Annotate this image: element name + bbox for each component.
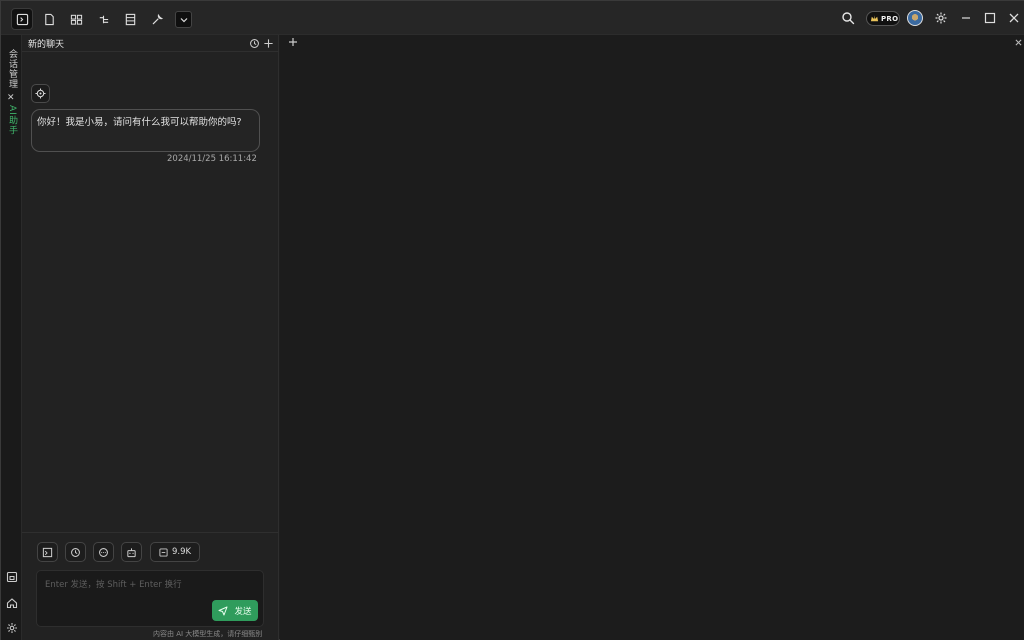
history-icon (71, 547, 80, 557)
plus-icon (263, 38, 273, 48)
avatar[interactable] (907, 10, 923, 26)
maximize-button[interactable] (982, 10, 998, 26)
app-window: PRO 会话管理 ✕ AI助手 新的聊天 你好！我是小易，请问有什么我可以帮助你… (0, 0, 1024, 640)
send-icon (218, 606, 228, 615)
pro-label: PRO (881, 14, 899, 23)
message-timestamp: 2024/11/25 16:11:42 (167, 154, 257, 164)
bot-avatar (31, 84, 50, 103)
close-tab-icon[interactable]: ✕ (7, 93, 15, 103)
tab-tools[interactable] (146, 8, 168, 30)
close-icon (1009, 13, 1019, 23)
token-count: 9.9K (171, 547, 192, 557)
file-icon (44, 13, 54, 25)
minimize-button[interactable] (958, 10, 974, 26)
tree-icon (99, 15, 108, 23)
chat-panel: 新的聊天 你好！我是小易，请问有什么我可以帮助你的吗? 2024/11/25 1… (22, 35, 279, 640)
token-icon (159, 547, 168, 557)
message-bubble: 你好！我是小易，请问有什么我可以帮助你的吗? (31, 109, 260, 152)
home-icon (6, 597, 17, 608)
maximize-icon (984, 12, 996, 24)
gear-icon (6, 622, 17, 633)
list-icon (125, 13, 135, 25)
close-window-button[interactable] (1006, 10, 1022, 26)
layout-icon (70, 14, 82, 25)
plus-icon (289, 38, 297, 46)
minimize-icon (962, 17, 970, 19)
tab-ai-assistant[interactable]: AI助手 (6, 105, 19, 136)
screenshot-button[interactable] (37, 542, 58, 562)
robot-button[interactable] (121, 542, 142, 562)
chat-title: 新的聊天 (28, 40, 65, 50)
settings-button[interactable] (933, 10, 949, 26)
new-tab-button[interactable] (287, 36, 299, 48)
main-workspace (280, 35, 1024, 640)
terminal-icon (16, 13, 28, 25)
chat-input-area: 9.9K 发送 内容由 AI 大模型生成，请仔细甄别 (22, 532, 279, 640)
tab-list[interactable] (119, 8, 141, 30)
settings-side-button[interactable] (5, 621, 18, 634)
chat-bubble-icon (99, 547, 108, 557)
save-button[interactable] (5, 570, 18, 583)
token-count-button[interactable]: 9.9K (150, 542, 200, 562)
tabs-dropdown-button[interactable] (175, 11, 192, 28)
history-button[interactable] (248, 37, 260, 49)
robot-icon (127, 547, 136, 557)
close-icon (1015, 39, 1021, 45)
send-button[interactable]: 发送 (212, 600, 258, 621)
new-chat-button[interactable] (262, 37, 274, 49)
tab-terminal[interactable] (11, 8, 33, 30)
home-button[interactable] (5, 596, 18, 609)
tab-layout[interactable] (65, 8, 87, 30)
target-icon (35, 88, 46, 99)
pro-badge[interactable]: PRO (866, 11, 900, 26)
tab-tree[interactable] (92, 8, 114, 30)
side-strip: 会话管理 ✕ AI助手 (1, 35, 22, 640)
ai-disclaimer: 内容由 AI 大模型生成，请仔细甄别 (153, 630, 263, 638)
image-icon (42, 547, 53, 557)
crown-icon (870, 15, 879, 22)
tab-file[interactable] (38, 8, 60, 30)
history-tool-button[interactable] (65, 542, 86, 562)
send-label: 发送 (234, 606, 252, 617)
wrench-icon (152, 13, 163, 24)
chevron-down-icon (180, 17, 187, 22)
search-button[interactable] (840, 10, 856, 26)
message-input-box: 发送 (36, 570, 264, 627)
save-icon (6, 571, 17, 582)
gear-icon (935, 12, 947, 24)
search-icon (842, 12, 855, 25)
tab-session-manager[interactable]: 会话管理 (6, 49, 19, 89)
title-bar: PRO (1, 1, 1024, 35)
chat-header: 新的聊天 (22, 35, 279, 52)
close-panel-button[interactable] (1013, 37, 1023, 47)
history-icon (249, 38, 259, 48)
prompt-button[interactable] (93, 542, 114, 562)
